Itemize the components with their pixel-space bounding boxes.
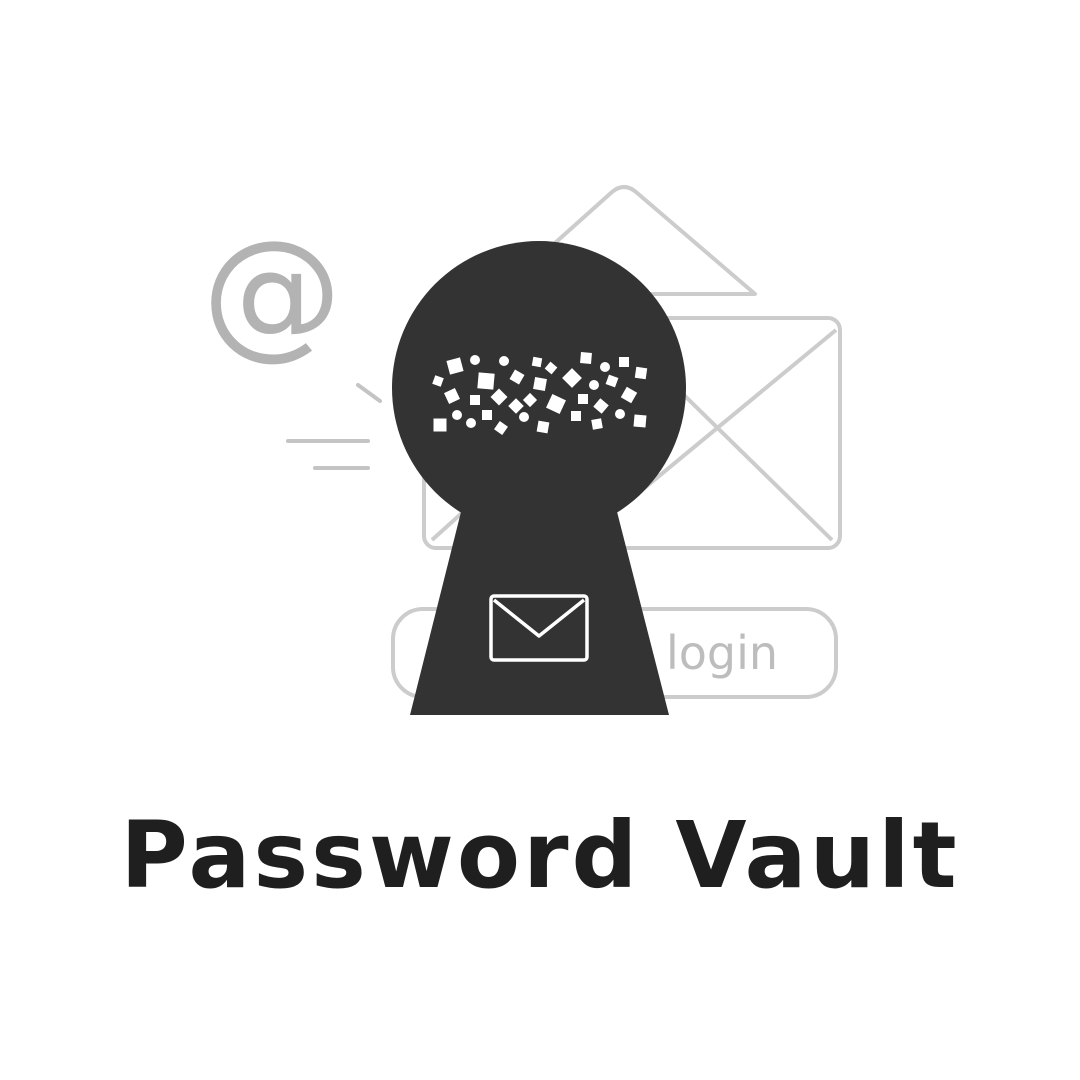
particle-square (533, 377, 547, 391)
particle-square (633, 414, 647, 428)
particle-dot (519, 412, 529, 422)
particle-square (591, 418, 603, 430)
page-title: Password Vault (120, 802, 960, 909)
password-vault-graphic: @ login Password Vault (0, 0, 1080, 1080)
particle-square (433, 418, 447, 432)
keyhole-icon (392, 241, 686, 715)
motion-lines (286, 383, 382, 470)
particle-square (531, 356, 543, 368)
particle-square (482, 410, 492, 420)
particle-square (634, 366, 648, 380)
particle-dot (452, 410, 462, 420)
particle-dot (499, 356, 509, 366)
particle-square (571, 411, 581, 421)
particle-dot (589, 380, 599, 390)
vault-illustration: @ login (202, 185, 842, 715)
particle-dot (615, 409, 625, 419)
particle-square (580, 352, 592, 364)
particle-square (477, 372, 495, 390)
particle-dot (470, 355, 480, 365)
particle-square (578, 394, 588, 404)
particle-dot (600, 362, 610, 372)
particle-square (536, 420, 550, 434)
particle-square (619, 357, 629, 367)
login-field-label: login (666, 626, 778, 680)
at-sign-icon: @ (202, 211, 342, 374)
particle-dot (466, 418, 476, 428)
particle-square (470, 395, 480, 405)
